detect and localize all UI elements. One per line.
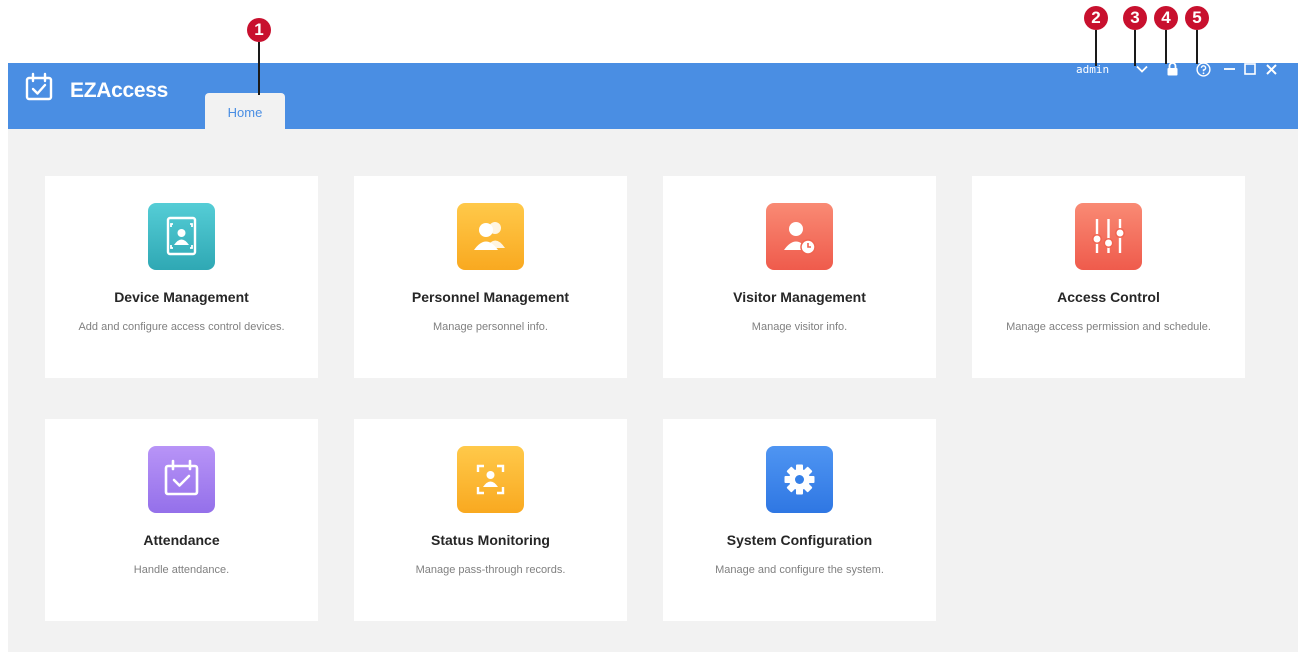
- chevron-down-icon[interactable]: [1134, 61, 1150, 77]
- card-attendance-desc: Handle attendance.: [133, 564, 230, 576]
- system-configuration-icon: [766, 446, 833, 513]
- calendar-check-icon: [24, 72, 54, 102]
- card-personnel-management-desc: Manage personnel info.: [433, 321, 548, 333]
- callout-4-leader: [1165, 30, 1167, 64]
- user-name[interactable]: admin: [1076, 63, 1109, 76]
- visitor-management-icon: [766, 203, 833, 270]
- maximize-icon[interactable]: [1242, 61, 1258, 77]
- card-access-control[interactable]: Access Control Manage access permission …: [972, 176, 1245, 378]
- callout-2-leader: [1095, 30, 1097, 66]
- device-management-icon: [148, 203, 215, 270]
- main-content: Device Management Add and configure acce…: [8, 129, 1298, 652]
- callout-1-leader: [258, 42, 260, 95]
- app-name: EZAccess: [70, 79, 168, 102]
- callout-5: 5: [1185, 6, 1209, 30]
- card-attendance-title: Attendance: [143, 532, 220, 548]
- callout-5-leader: [1196, 30, 1198, 64]
- minimize-icon[interactable]: [1221, 61, 1237, 77]
- card-attendance[interactable]: Attendance Handle attendance.: [45, 419, 318, 621]
- card-status-monitoring[interactable]: Status Monitoring Manage pass-through re…: [354, 419, 627, 621]
- card-access-control-desc: Manage access permission and schedule.: [1006, 321, 1211, 333]
- card-system-configuration-title: System Configuration: [726, 532, 873, 548]
- close-icon[interactable]: [1263, 61, 1279, 77]
- card-access-control-title: Access Control: [1057, 289, 1160, 305]
- status-monitoring-icon: [457, 446, 524, 513]
- card-device-management[interactable]: Device Management Add and configure acce…: [45, 176, 318, 378]
- callout-4: 4: [1154, 6, 1178, 30]
- callout-2: 2: [1084, 6, 1108, 30]
- card-device-management-title: Device Management: [114, 289, 249, 305]
- tab-home[interactable]: Home: [205, 93, 285, 129]
- callout-3: 3: [1123, 6, 1147, 30]
- card-personnel-management[interactable]: Personnel Management Manage personnel in…: [354, 176, 627, 378]
- card-system-configuration-desc: Manage and configure the system.: [715, 564, 884, 576]
- callout-1: 1: [247, 18, 271, 42]
- card-status-monitoring-desc: Manage pass-through records.: [415, 564, 566, 576]
- card-visitor-management[interactable]: Visitor Management Manage visitor info.: [663, 176, 936, 378]
- tab-home-label: Home: [227, 104, 263, 120]
- callout-3-leader: [1134, 30, 1136, 66]
- card-personnel-management-title: Personnel Management: [411, 289, 570, 305]
- title-bar: EZAccess Home admin: [8, 61, 1298, 129]
- attendance-icon: [148, 446, 215, 513]
- card-device-management-desc: Add and configure access control devices…: [78, 321, 285, 333]
- access-control-icon: [1075, 203, 1142, 270]
- card-visitor-management-desc: Manage visitor info.: [751, 321, 848, 333]
- card-visitor-management-title: Visitor Management: [733, 289, 866, 305]
- personnel-management-icon: [457, 203, 524, 270]
- card-status-monitoring-title: Status Monitoring: [431, 532, 550, 548]
- card-system-configuration[interactable]: System Configuration Manage and configur…: [663, 419, 936, 621]
